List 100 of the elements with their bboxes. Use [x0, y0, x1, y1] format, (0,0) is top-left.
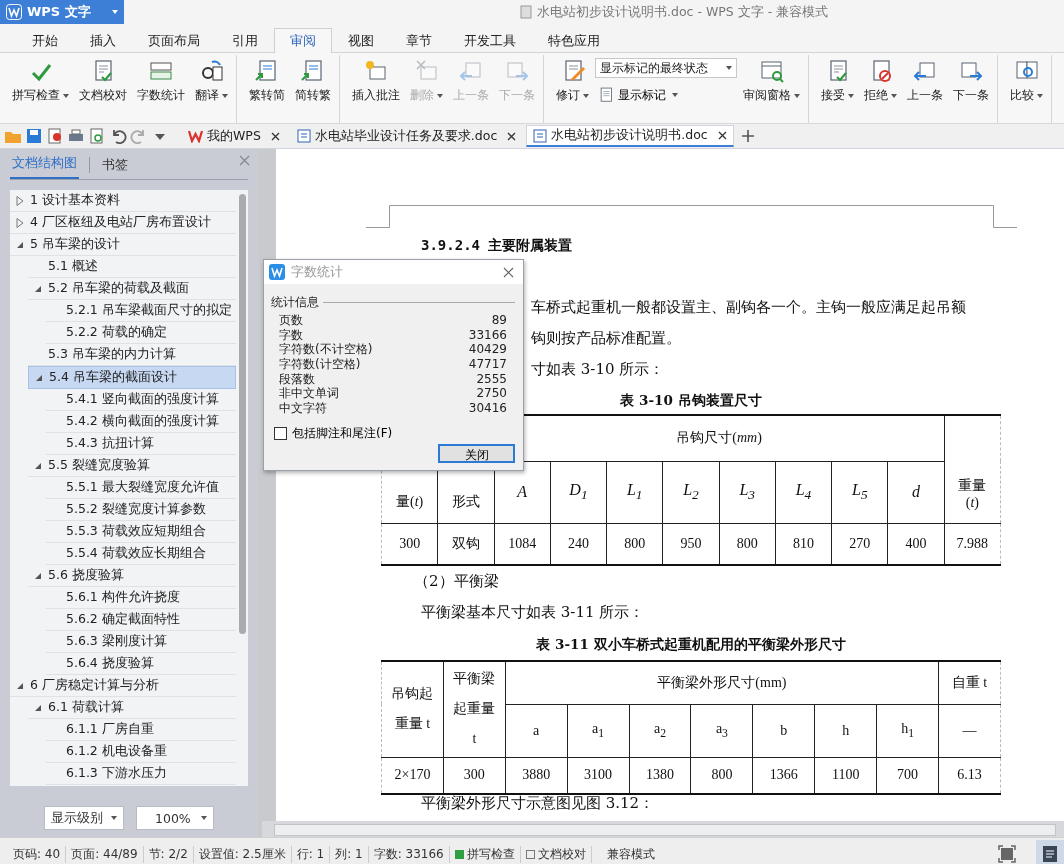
ribbon-button[interactable]: 拒绝 — [860, 55, 901, 107]
ribbon-button[interactable]: 翻译 — [191, 55, 232, 107]
outline-item[interactable]: 6.1.1 厂房自重 — [46, 719, 236, 741]
preview-icon[interactable] — [88, 127, 106, 145]
collapsed-arrow-icon[interactable] — [14, 194, 26, 207]
menu-tab[interactable]: 引用 — [216, 29, 274, 52]
table-caption: 表 3-11 双小车桥式起重机配用的平衡梁外形尺寸 — [536, 636, 846, 652]
zoom-dropdown[interactable]: 100% — [136, 806, 214, 830]
close-icon[interactable] — [717, 131, 727, 140]
table-cell: 800 — [606, 523, 663, 565]
table-cell: 800 — [690, 757, 753, 794]
menu-tab[interactable]: 开发工具 — [448, 29, 532, 52]
markup-dropdown[interactable]: 显示标记的最终状态 — [595, 58, 737, 78]
outline-item[interactable]: 5.2 吊车梁的荷载及截面 — [28, 278, 236, 300]
outline-item[interactable]: 5.5.4 荷载效应长期组合 — [46, 543, 236, 565]
outline-item[interactable]: 5.4 吊车梁的截面设计 — [28, 366, 236, 389]
close-icon[interactable] — [503, 267, 514, 278]
logo-icon — [188, 129, 203, 143]
ribbon-button[interactable]: 文档校对 — [75, 55, 131, 107]
menu-tab[interactable]: 特色应用 — [532, 29, 616, 52]
menu-tab[interactable]: 页面布局 — [132, 29, 216, 52]
outline-item[interactable]: 6 厂房稳定计算与分析 — [10, 675, 236, 697]
app-menu-button[interactable]: WPS 文字 — [0, 0, 124, 24]
caret-icon — [201, 816, 207, 820]
outline-item[interactable]: 6.1.3 下游水压力 — [46, 763, 236, 785]
table-cell: L$_{4}$ — [775, 461, 832, 523]
status-item: 页面: 44/89 — [66, 845, 144, 863]
ribbon-button[interactable]: 修订 — [552, 55, 593, 107]
fullscreen-icon[interactable] — [998, 845, 1016, 863]
ribbon-button[interactable]: 下一条 — [949, 55, 993, 107]
outline-item[interactable]: 5.5.1 最大裂缝宽度允许值 — [46, 477, 236, 499]
save-icon[interactable] — [25, 127, 43, 145]
ribbon-button[interactable]: 上一条 — [903, 55, 947, 107]
pdf-icon[interactable] — [46, 127, 64, 145]
outline-item[interactable]: 5.4.1 竖向截面的强度计算 — [46, 389, 236, 411]
outline-item[interactable]: 5 吊车梁的设计 — [10, 234, 236, 256]
status-item: 列: 1 — [330, 845, 369, 863]
document-icon — [520, 5, 532, 19]
menu-tab[interactable]: 开始 — [16, 29, 74, 52]
outline-item[interactable]: 6.1 荷载计算 — [28, 697, 236, 719]
table-cell: 270 — [831, 523, 888, 565]
document-tab[interactable]: 水电站初步设计说明书.doc — [526, 125, 734, 147]
outline-item[interactable]: 5.6.1 构件允许挠度 — [46, 587, 236, 609]
stat-label: 字符数(不计空格) — [279, 342, 373, 358]
scrollbar[interactable] — [262, 821, 1064, 837]
ribbon-button[interactable]: 字数统计 — [133, 55, 189, 107]
ribbon-button[interactable]: 比较 — [1006, 55, 1047, 107]
outline-item[interactable]: 5.1 概述 — [28, 256, 236, 278]
outline-item[interactable]: 5.4.3 抗扭计算 — [46, 433, 236, 455]
menu-tab[interactable]: 审阅 — [274, 28, 332, 53]
ribbon-button[interactable]: 简转繁 — [291, 55, 335, 107]
ribbon-button[interactable]: 拼写检查 — [8, 55, 73, 107]
page-view-button[interactable] — [1036, 840, 1064, 864]
outline-item[interactable]: 5.6.4 挠度验算 — [46, 653, 236, 675]
panel-tab[interactable]: 书签 — [100, 157, 130, 179]
table-cell: h$_{1}$ — [876, 704, 939, 757]
outline-item[interactable]: 5.5 裂缝宽度验算 — [28, 455, 236, 477]
document-tab[interactable]: 水电站毕业设计任务及要求.doc — [289, 125, 524, 147]
caret-icon — [437, 93, 443, 98]
logo-icon — [6, 4, 22, 20]
outline-item[interactable]: 5.6.2 确定截面特性 — [46, 609, 236, 631]
outline-item[interactable]: 5.5.2 裂缝宽度计算参数 — [46, 499, 236, 521]
table-cell: L$_{5}$ — [831, 461, 888, 523]
status-toggle[interactable]: 拼写检查 — [449, 845, 521, 863]
status-toggle[interactable]: 文档校对 — [520, 845, 592, 863]
close-icon[interactable] — [507, 131, 517, 141]
status-item: 字数: 33166 — [368, 845, 450, 863]
table-cell: L$_{3}$ — [719, 461, 776, 523]
stat-value: 89 — [491, 313, 507, 328]
section-heading: 3.9.2.4 主要附属装置 — [421, 237, 574, 253]
document-icon — [296, 129, 311, 143]
outline-item[interactable]: 6.1.2 机电设备重 — [46, 741, 236, 763]
outline-item[interactable]: 5.6.3 梁刚度计算 — [46, 631, 236, 653]
table-cell: 300 — [443, 757, 506, 794]
outline-item[interactable]: 5.2.2 荷载的确定 — [46, 322, 236, 344]
menu-tab[interactable]: 插入 — [74, 29, 132, 52]
add-tab-icon[interactable] — [740, 129, 755, 143]
caret-icon — [891, 93, 897, 98]
ribbon-button[interactable]: 繁转简 — [245, 55, 289, 107]
outline-item[interactable]: 5.2.1 吊车梁截面尺寸的拟定 — [46, 300, 236, 322]
close-button[interactable]: 关闭 — [438, 444, 515, 463]
scrollbar[interactable] — [239, 194, 246, 634]
show-markup-button[interactable]: 显示标记 — [595, 84, 737, 106]
group-label: 统计信息 — [271, 294, 319, 311]
ribbon-button[interactable]: 插入批注 — [348, 55, 404, 107]
outline-item[interactable]: 1 设计基本资料 — [10, 190, 236, 212]
table-cell: a$_{1}$ — [567, 704, 630, 757]
document-tab[interactable]: 我的WPS — [181, 125, 287, 147]
outline-item[interactable]: 5.4.2 横向截面的强度计算 — [46, 411, 236, 433]
menu-tab[interactable]: 视图 — [332, 29, 390, 52]
caret-icon — [1037, 93, 1043, 98]
outline-item[interactable]: 5.5.3 荷载效应短期组合 — [46, 521, 236, 543]
ribbon-button[interactable]: 审阅窗格 — [739, 55, 804, 107]
close-icon[interactable] — [270, 131, 280, 141]
ribbon-button[interactable]: 接受 — [817, 55, 858, 107]
collapsed-arrow-icon[interactable] — [14, 216, 26, 229]
outline-item[interactable]: 4 厂区枢纽及电站厂房布置设计 — [10, 212, 236, 234]
level-dropdown[interactable]: 显示级别 — [44, 806, 124, 830]
menu-tab[interactable]: 章节 — [390, 29, 448, 52]
outline-item[interactable]: 5.6 挠度验算 — [28, 565, 236, 587]
